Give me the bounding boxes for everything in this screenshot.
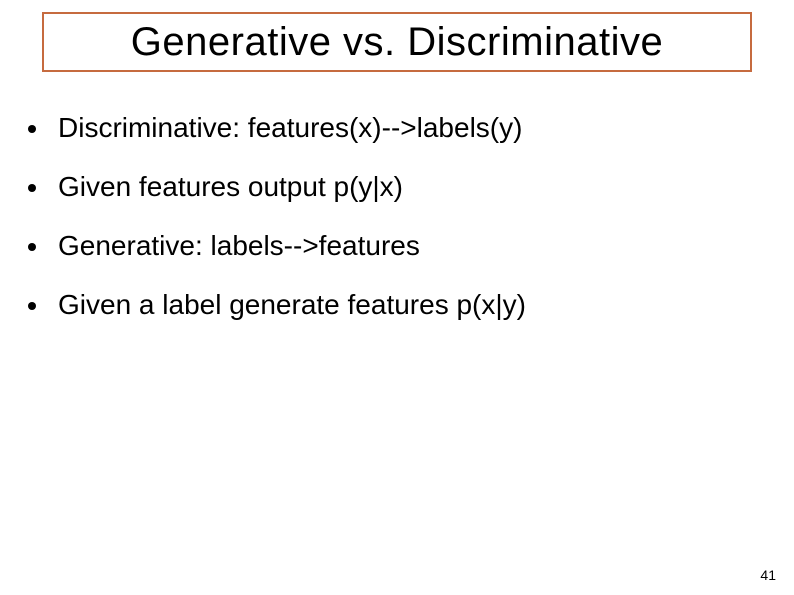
bullet-icon [28, 125, 36, 133]
bullet-text: Given features output p(y|x) [58, 169, 403, 204]
slide-body: Discriminative: features(x)-->labels(y) … [28, 110, 754, 346]
title-box: Generative vs. Discriminative [42, 12, 752, 72]
list-item: Generative: labels-->features [28, 228, 754, 263]
bullet-text: Given a label generate features p(x|y) [58, 287, 526, 322]
page-number: 41 [760, 567, 776, 583]
list-item: Given features output p(y|x) [28, 169, 754, 204]
list-item: Discriminative: features(x)-->labels(y) [28, 110, 754, 145]
slide-title: Generative vs. Discriminative [131, 20, 663, 65]
list-item: Given a label generate features p(x|y) [28, 287, 754, 322]
bullet-icon [28, 302, 36, 310]
slide: Generative vs. Discriminative Discrimina… [0, 0, 794, 595]
bullet-icon [28, 243, 36, 251]
bullet-text: Discriminative: features(x)-->labels(y) [58, 110, 522, 145]
bullet-icon [28, 184, 36, 192]
bullet-text: Generative: labels-->features [58, 228, 420, 263]
